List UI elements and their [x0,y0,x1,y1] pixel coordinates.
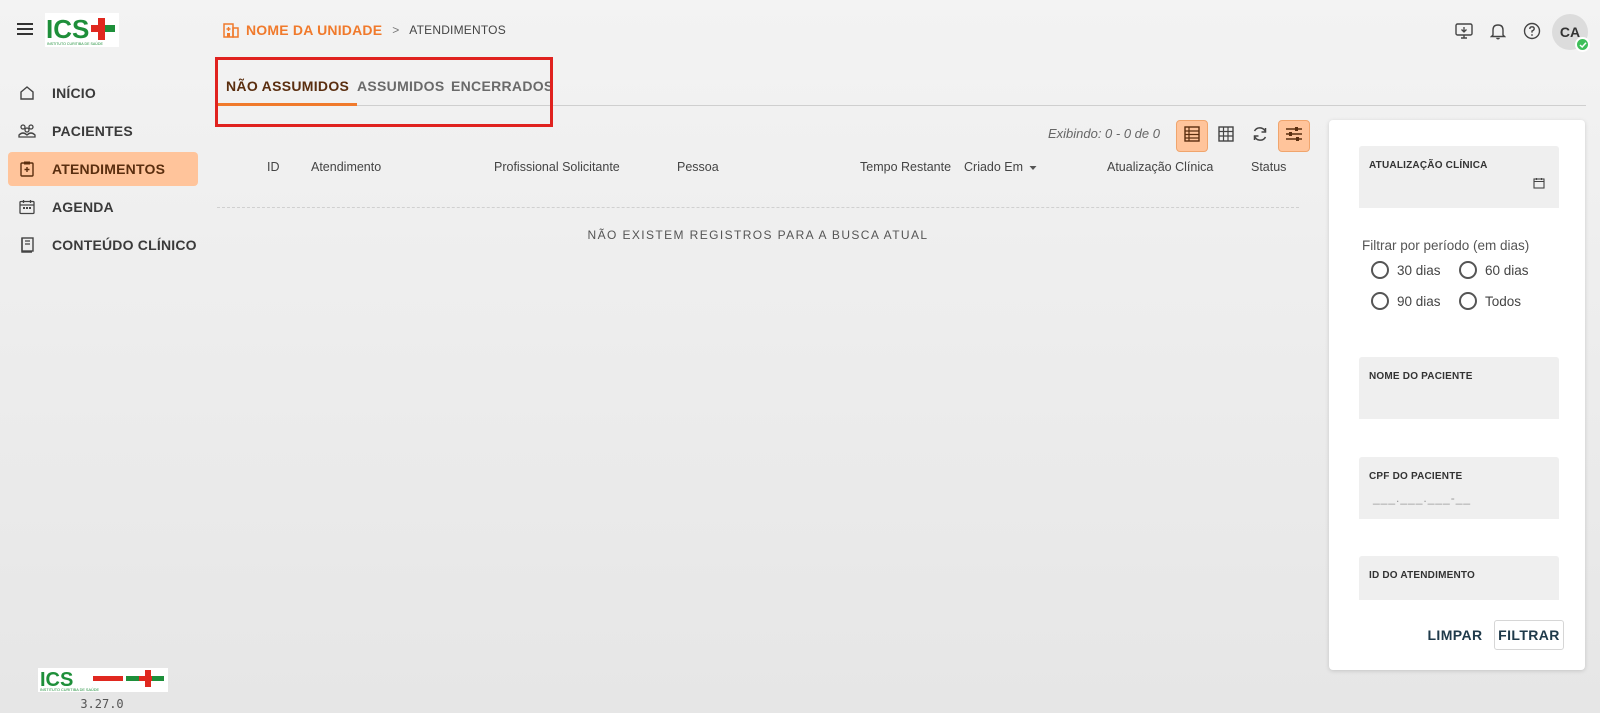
sidebar-item-pacientes[interactable]: PACIENTES [8,114,198,148]
column-header-id[interactable]: ID [267,160,280,174]
home-icon [18,84,36,102]
logo-footer: ICS INSTITUTO CURITIBA DE SAÚDE [38,668,168,692]
column-header-pessoa[interactable]: Pessoa [677,160,719,174]
table-divider [217,207,1299,208]
logo: ICS INSTITUTO CURITIBA DE SAÚDE [45,13,119,47]
radio-circle [1459,261,1477,279]
sidebar-item-label: INÍCIO [52,85,96,101]
avatar[interactable]: CA [1552,14,1590,52]
sidebar-nav: INÍCIO PACIENTES ATENDIMENTOS AGENDA CON… [8,76,198,266]
sidebar: ICS INSTITUTO CURITIBA DE SAÚDE INÍCIO P… [0,0,204,713]
help-icon[interactable] [1520,19,1544,43]
sliders-icon [1285,126,1303,147]
breadcrumb: NOME DA UNIDADE > ATENDIMENTOS [222,19,506,41]
logo-subtitle: INSTITUTO CURITIBA DE SAÚDE [47,41,103,46]
sidebar-item-label: AGENDA [52,199,114,215]
patient-name-field[interactable]: NOME DO PACIENTE [1359,357,1559,419]
column-header-tempo-restante[interactable]: Tempo Restante [860,160,951,174]
bell-icon[interactable] [1486,19,1510,43]
column-header-label: Criado Em [964,160,1024,174]
filter-toggle-button[interactable] [1278,120,1310,152]
radio-circle [1459,292,1477,310]
patient-name-label: NOME DO PACIENTE [1369,371,1473,382]
grid-view-icon [1218,125,1234,147]
filter-button[interactable]: FILTRAR [1494,620,1564,650]
tab-label: NÃO ASSUMIDOS [226,78,350,94]
calendar-icon [18,198,36,216]
period-filter-title: Filtrar por período (em dias) [1362,238,1530,253]
patient-cpf-label: CPF DO PACIENTE [1369,471,1463,482]
sidebar-item-label: ATENDIMENTOS [52,161,166,177]
patient-cpf-placeholder[interactable]: ___.___.___-__ [1373,491,1471,505]
sidebar-item-label: CONTEÚDO CLÍNICO [52,237,197,253]
radio-30-dias[interactable]: 30 dias [1371,261,1441,279]
radio-circle [1371,292,1389,310]
radio-90-dias[interactable]: 90 dias [1371,292,1441,310]
column-header-criado-em[interactable]: Criado Em [964,160,1037,174]
tab-assumidos[interactable]: ASSUMIDOS [349,78,453,106]
clinical-update-label: ATUALIZAÇÃO CLÍNICA [1369,160,1488,171]
online-status-icon [1575,37,1590,52]
sort-down-icon [1029,160,1037,174]
list-view-button[interactable] [1176,120,1208,152]
monitor-help-icon[interactable] [1452,19,1476,43]
breadcrumb-page: ATENDIMENTOS [409,23,506,37]
clipboard-icon [18,160,36,178]
patients-icon [18,122,36,140]
radio-circle [1371,261,1389,279]
sidebar-item-label: PACIENTES [52,123,133,139]
clinical-update-field[interactable]: ATUALIZAÇÃO CLÍNICA [1359,146,1559,208]
sidebar-item-inicio[interactable]: INÍCIO [8,76,198,110]
sidebar-item-atendimentos[interactable]: ATENDIMENTOS [8,152,198,186]
filter-panel: ATUALIZAÇÃO CLÍNICA Filtrar por período … [1329,120,1585,670]
radio-todos[interactable]: Todos [1459,292,1521,310]
logo-text: ICS [46,14,89,44]
column-header-atualizacao[interactable]: Atualização Clínica [1107,160,1213,174]
radio-label: 60 dias [1485,262,1529,278]
empty-message: NÃO EXISTEM REGISTROS PARA A BUSCA ATUAL [587,228,929,242]
breadcrumb-separator: > [392,23,400,37]
tab-nao-assumidos[interactable]: NÃO ASSUMIDOS [218,78,358,106]
list-view-icon [1184,125,1200,147]
attendance-id-label: ID DO ATENDIMENTO [1369,570,1475,581]
radio-label: 30 dias [1397,262,1441,278]
app-version: 3.27.0 [80,697,124,711]
sidebar-item-conteudo-clinico[interactable]: CONTEÚDO CLÍNICO [8,228,198,262]
tab-encerrados[interactable]: ENCERRADOS [443,78,562,106]
calendar-icon[interactable] [1533,176,1547,190]
radio-60-dias[interactable]: 60 dias [1459,261,1529,279]
breadcrumb-unit[interactable]: NOME DA UNIDADE [246,22,382,38]
column-header-status[interactable]: Status [1251,160,1286,174]
logo-footer-subtitle: INSTITUTO CURITIBA DE SAÚDE [40,687,99,692]
grid-view-button[interactable] [1210,120,1242,152]
patient-cpf-field[interactable]: CPF DO PACIENTE ___.___.___-__ [1359,457,1559,519]
radio-label: 90 dias [1397,293,1441,309]
results-count: Exibindo: 0 - 0 de 0 [1047,126,1160,141]
column-header-profissional[interactable]: Profissional Solicitante [494,160,620,174]
book-icon [18,236,36,254]
column-header-atendimento[interactable]: Atendimento [311,160,381,174]
hospital-icon [222,21,240,39]
tab-bar: NÃO ASSUMIDOS ASSUMIDOS ENCERRADOS [216,58,1586,106]
clear-button[interactable]: LIMPAR [1425,620,1485,650]
radio-label: Todos [1485,293,1522,309]
tab-label: ENCERRADOS [451,78,554,94]
refresh-button[interactable] [1244,120,1276,152]
refresh-icon [1251,125,1269,148]
menu-icon[interactable] [14,18,36,40]
patient-name-input[interactable] [1369,389,1549,409]
attendance-id-field[interactable]: ID DO ATENDIMENTO [1359,556,1559,600]
sidebar-item-agenda[interactable]: AGENDA [8,190,198,224]
tab-label: ASSUMIDOS [357,78,445,94]
